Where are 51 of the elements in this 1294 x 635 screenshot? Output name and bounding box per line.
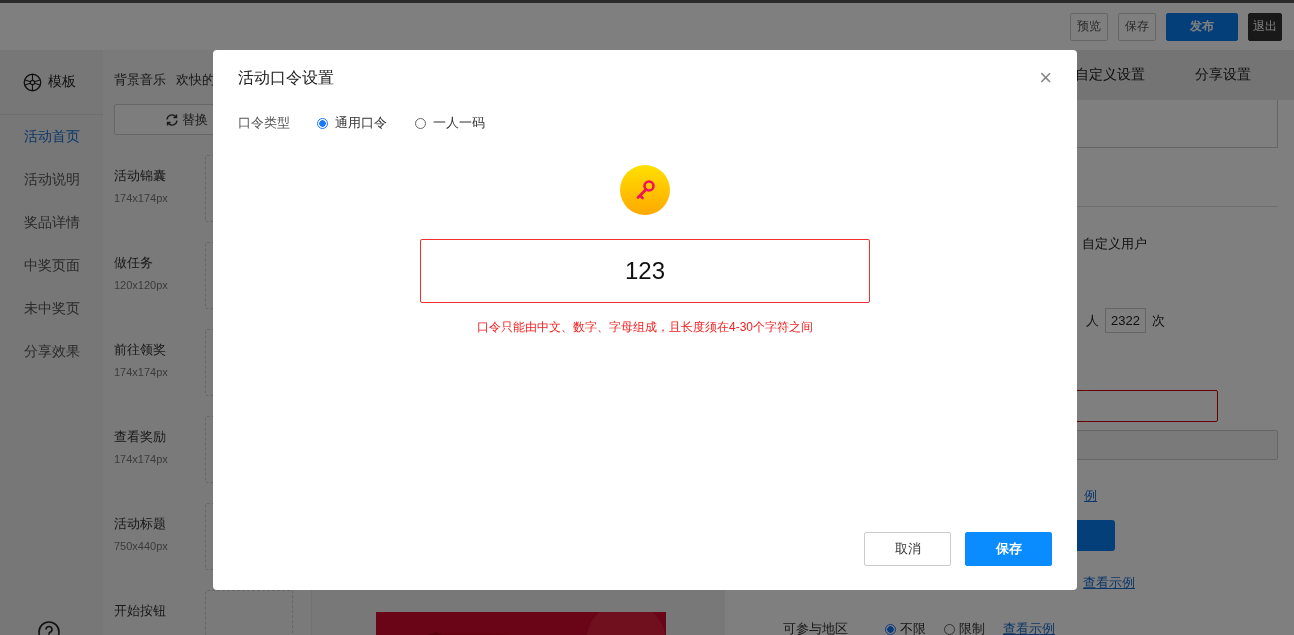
toolbar-button[interactable]: 保存 — [1118, 12, 1156, 41]
limit-label: 人 — [1086, 311, 1099, 330]
asset-size: 174x174px — [114, 453, 169, 465]
refresh-icon — [165, 112, 179, 127]
asset-size: 120x120px — [114, 279, 169, 291]
toolbar-button[interactable]: 预览 — [1070, 12, 1108, 41]
publish-button[interactable]: 发布 — [1166, 12, 1238, 41]
music-label: 背景音乐 — [114, 71, 166, 89]
close-button[interactable]: × — [1039, 67, 1052, 89]
exit-button[interactable]: 退出 — [1248, 12, 1282, 41]
asset-name: 前往领奖 — [114, 341, 167, 359]
code-field[interactable]: 123 — [420, 239, 870, 303]
field-label: 口令类型 — [238, 114, 291, 132]
asset-name: 做任务 — [114, 254, 154, 272]
asset-size: 174x174px — [114, 366, 169, 378]
error-message: 口令只能由中文、数字、字母组成，且长度须在4-30个字符之间 — [477, 319, 813, 336]
number-field[interactable]: 2322 — [1105, 308, 1146, 333]
asset-name: 开始按钮 — [114, 602, 167, 620]
asset-size: 174x174px — [114, 192, 169, 204]
asset-name: 查看奖励 — [114, 428, 167, 446]
sidebar-item[interactable]: 活动说明 — [0, 158, 103, 201]
asset-name: 活动锦囊 — [114, 167, 167, 185]
example-link[interactable]: 查看示例 — [1003, 620, 1055, 635]
radio-label: 一人一码 — [433, 114, 485, 132]
radio-label: 限制 — [959, 620, 985, 635]
radio-label: 通用口令 — [335, 114, 387, 132]
dialog-title: 活动口令设置 — [238, 67, 334, 88]
radio-button[interactable] — [885, 623, 896, 635]
radio-button[interactable] — [944, 623, 955, 635]
region-label: 可参与地区 — [783, 620, 849, 635]
sidebar-item[interactable]: 奖品详情 — [0, 201, 103, 244]
save-button[interactable]: 保存 — [965, 532, 1052, 566]
cancel-button[interactable]: 取消 — [864, 532, 951, 566]
sidebar-item[interactable]: 活动首页 — [0, 115, 103, 158]
example-link[interactable]: 查看示例 — [1083, 574, 1135, 592]
radio-button[interactable] — [317, 117, 328, 129]
sidebar-item[interactable]: 中奖页面 — [0, 244, 103, 287]
radio-label: 不限 — [900, 620, 926, 635]
limit-unit: 次 — [1151, 311, 1165, 330]
example-link[interactable]: 例 — [1084, 487, 1097, 505]
settings-tab[interactable]: 自定义设置 — [1075, 66, 1145, 84]
key-icon — [620, 165, 670, 215]
sidebar-item[interactable]: 未中奖页 — [0, 287, 103, 330]
settings-tab[interactable]: 分享设置 — [1195, 66, 1251, 84]
sidebar-item[interactable]: 分享效果 — [0, 330, 103, 373]
option-label: 自定义用户 — [1081, 235, 1147, 253]
radio-button[interactable] — [415, 117, 426, 129]
asset-name: 活动标题 — [114, 515, 167, 533]
wheel-icon — [23, 72, 42, 92]
template-label: 模板 — [48, 73, 76, 91]
asset-size: 750x440px — [114, 540, 169, 552]
